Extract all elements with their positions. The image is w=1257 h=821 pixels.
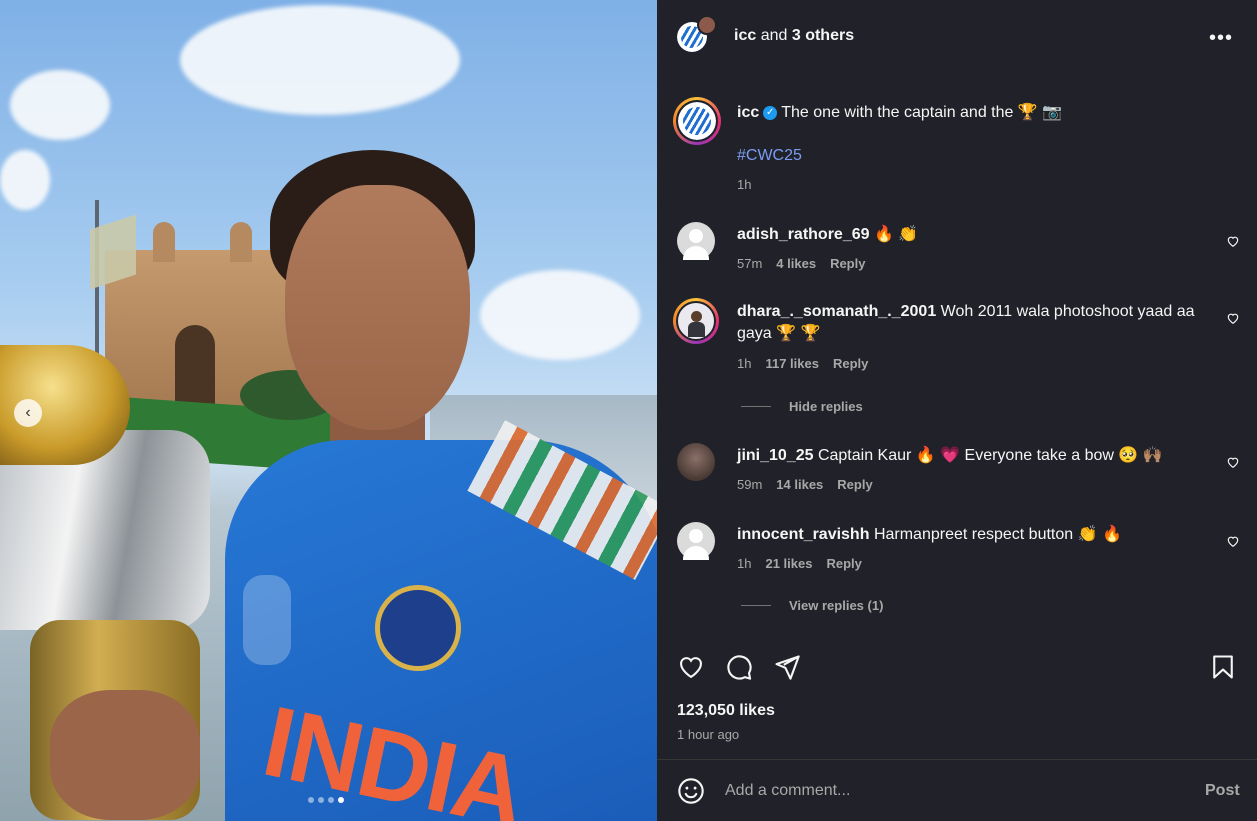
person-face [285,185,470,430]
comment-time[interactable]: 1h [737,556,751,571]
comment-username[interactable]: dhara_._somanath_._2001 [737,303,936,320]
divider [657,759,1257,760]
cloud [0,150,50,210]
comment-likes[interactable]: 14 likes [776,477,823,492]
comment-likes[interactable]: 117 likes [765,356,819,371]
likes-count[interactable]: 123,050 likes [677,702,775,720]
comment-input[interactable]: Add a comment... [725,782,850,800]
cloud [180,5,460,115]
post-side-panel: icc and 3 others ••• icc ✓ The one with th… [657,0,1257,821]
jersey: INDIA [225,420,657,821]
replies-line [741,406,771,407]
comment-username[interactable]: innocent_ravishh [737,526,869,543]
collaborator-avatar[interactable] [697,15,717,35]
caption-hashtag[interactable]: #CWC25 [737,147,802,165]
jersey-lettering: INDIA [254,684,535,821]
replies-line [741,605,771,606]
verified-badge-icon: ✓ [763,105,778,120]
carousel-dots [308,797,344,803]
more-options-button[interactable]: ••• [1209,27,1233,50]
comment-body: jini_10_25 Captain Kaur 🔥 💗 Everyone tak… [737,445,1207,467]
reply-button[interactable]: Reply [830,256,865,271]
caption-avatar[interactable] [676,100,718,142]
heart-icon[interactable] [1226,311,1240,325]
comment-body: innocent_ravishh Harmanpreet respect but… [737,524,1207,546]
bcci-crest [375,585,461,671]
comment-body: dhara_._somanath_._2001 Woh 2011 wala ph… [737,301,1207,345]
comment-likes[interactable]: 4 likes [776,256,816,271]
carousel-dot [318,797,324,803]
carousel-dot-active [338,797,344,803]
carousel-dot [308,797,314,803]
hand [50,690,200,820]
carousel-prev-button[interactable]: ‹ [14,399,42,427]
heart-icon[interactable] [1226,455,1240,469]
comment-username[interactable]: jini_10_25 [737,447,814,464]
comment-body: adish_rathore_69 🔥 👏 [737,224,1207,246]
post-dialog: INDIA ‹ icc and 3 others ••• icc ✓ The o… [0,0,1257,821]
post-button[interactable]: Post [1205,782,1240,800]
header-connector: and [760,27,788,44]
comment-avatar[interactable] [677,222,715,260]
caption: icc ✓ The one with the captain and the 🏆 📷 [737,103,1062,123]
reply-button[interactable]: Reply [826,556,861,571]
carousel-dot [328,797,334,803]
bookmark-icon[interactable] [1209,653,1237,681]
post-time[interactable]: 1 hour ago [677,727,739,742]
cloud [10,70,110,140]
header-username[interactable]: icc [734,27,756,44]
caption-avatar-ring[interactable] [673,97,721,145]
heart-icon[interactable] [1226,234,1240,248]
comment-composer: Add a comment... Post [677,777,1240,807]
comment-time[interactable]: 1h [737,356,751,371]
comment-meta: 1h 21 likes Reply [737,556,862,571]
comment-avatar-ring[interactable] [673,298,719,344]
comment-avatar[interactable] [677,522,715,560]
comment-avatar[interactable] [677,443,715,481]
replies-label: Hide replies [789,399,863,414]
heart-icon[interactable] [1226,534,1240,548]
smile-icon[interactable] [677,777,705,805]
post-photo[interactable]: INDIA ‹ [0,0,657,821]
comment-meta: 57m 4 likes Reply [737,256,865,271]
comment-text: 🔥 👏 [873,226,919,243]
heart-icon[interactable] [677,653,705,681]
comment-meta: 59m 14 likes Reply [737,477,873,492]
comment-time[interactable]: 57m [737,256,762,271]
comment-likes[interactable]: 21 likes [765,556,812,571]
caption-username[interactable]: icc [737,104,759,121]
caption-text: The one with the captain and the 🏆 📷 [781,104,1063,121]
replies-label: View replies (1) [789,598,884,613]
view-replies-button[interactable]: View replies (1) [741,598,883,613]
reply-button[interactable]: Reply [837,477,872,492]
comment-time[interactable]: 59m [737,477,762,492]
reply-button[interactable]: Reply [833,356,868,371]
comment-username[interactable]: adish_rathore_69 [737,226,870,243]
hide-replies-button[interactable]: Hide replies [741,399,863,414]
cloud [480,270,640,360]
comment-text: Harmanpreet respect button 👏 🔥 [873,526,1122,543]
header-authors[interactable]: icc and 3 others [734,27,854,45]
more-icon: ••• [1209,27,1234,49]
header-others[interactable]: 3 others [792,27,854,44]
world-cup-badge [243,575,291,665]
comment-text: Captain Kaur 🔥 💗 Everyone take a bow 🥺 🙌… [817,447,1163,464]
action-bar [677,653,1237,683]
comment-icon[interactable] [725,653,753,681]
send-icon[interactable] [773,653,801,681]
comment-meta: 1h 117 likes Reply [737,356,868,371]
comment-avatar[interactable] [676,301,716,341]
caption-time[interactable]: 1h [737,177,751,192]
